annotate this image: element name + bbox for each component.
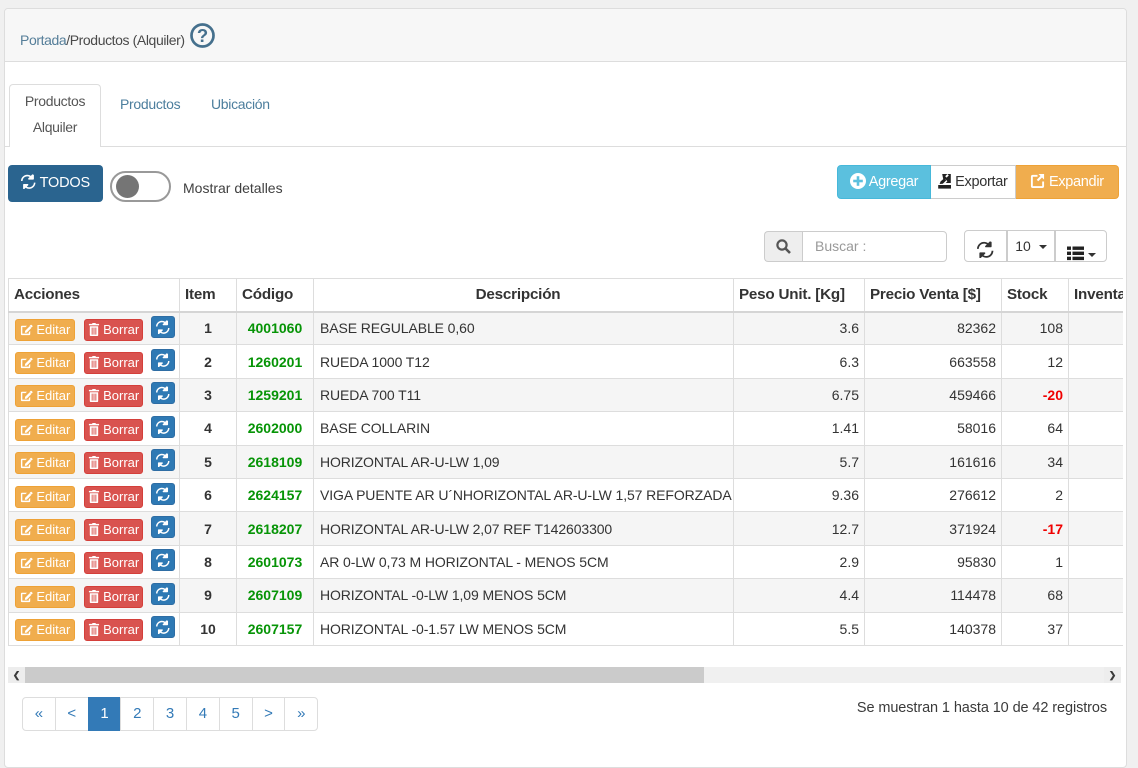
svg-text:?: ?: [197, 25, 208, 46]
